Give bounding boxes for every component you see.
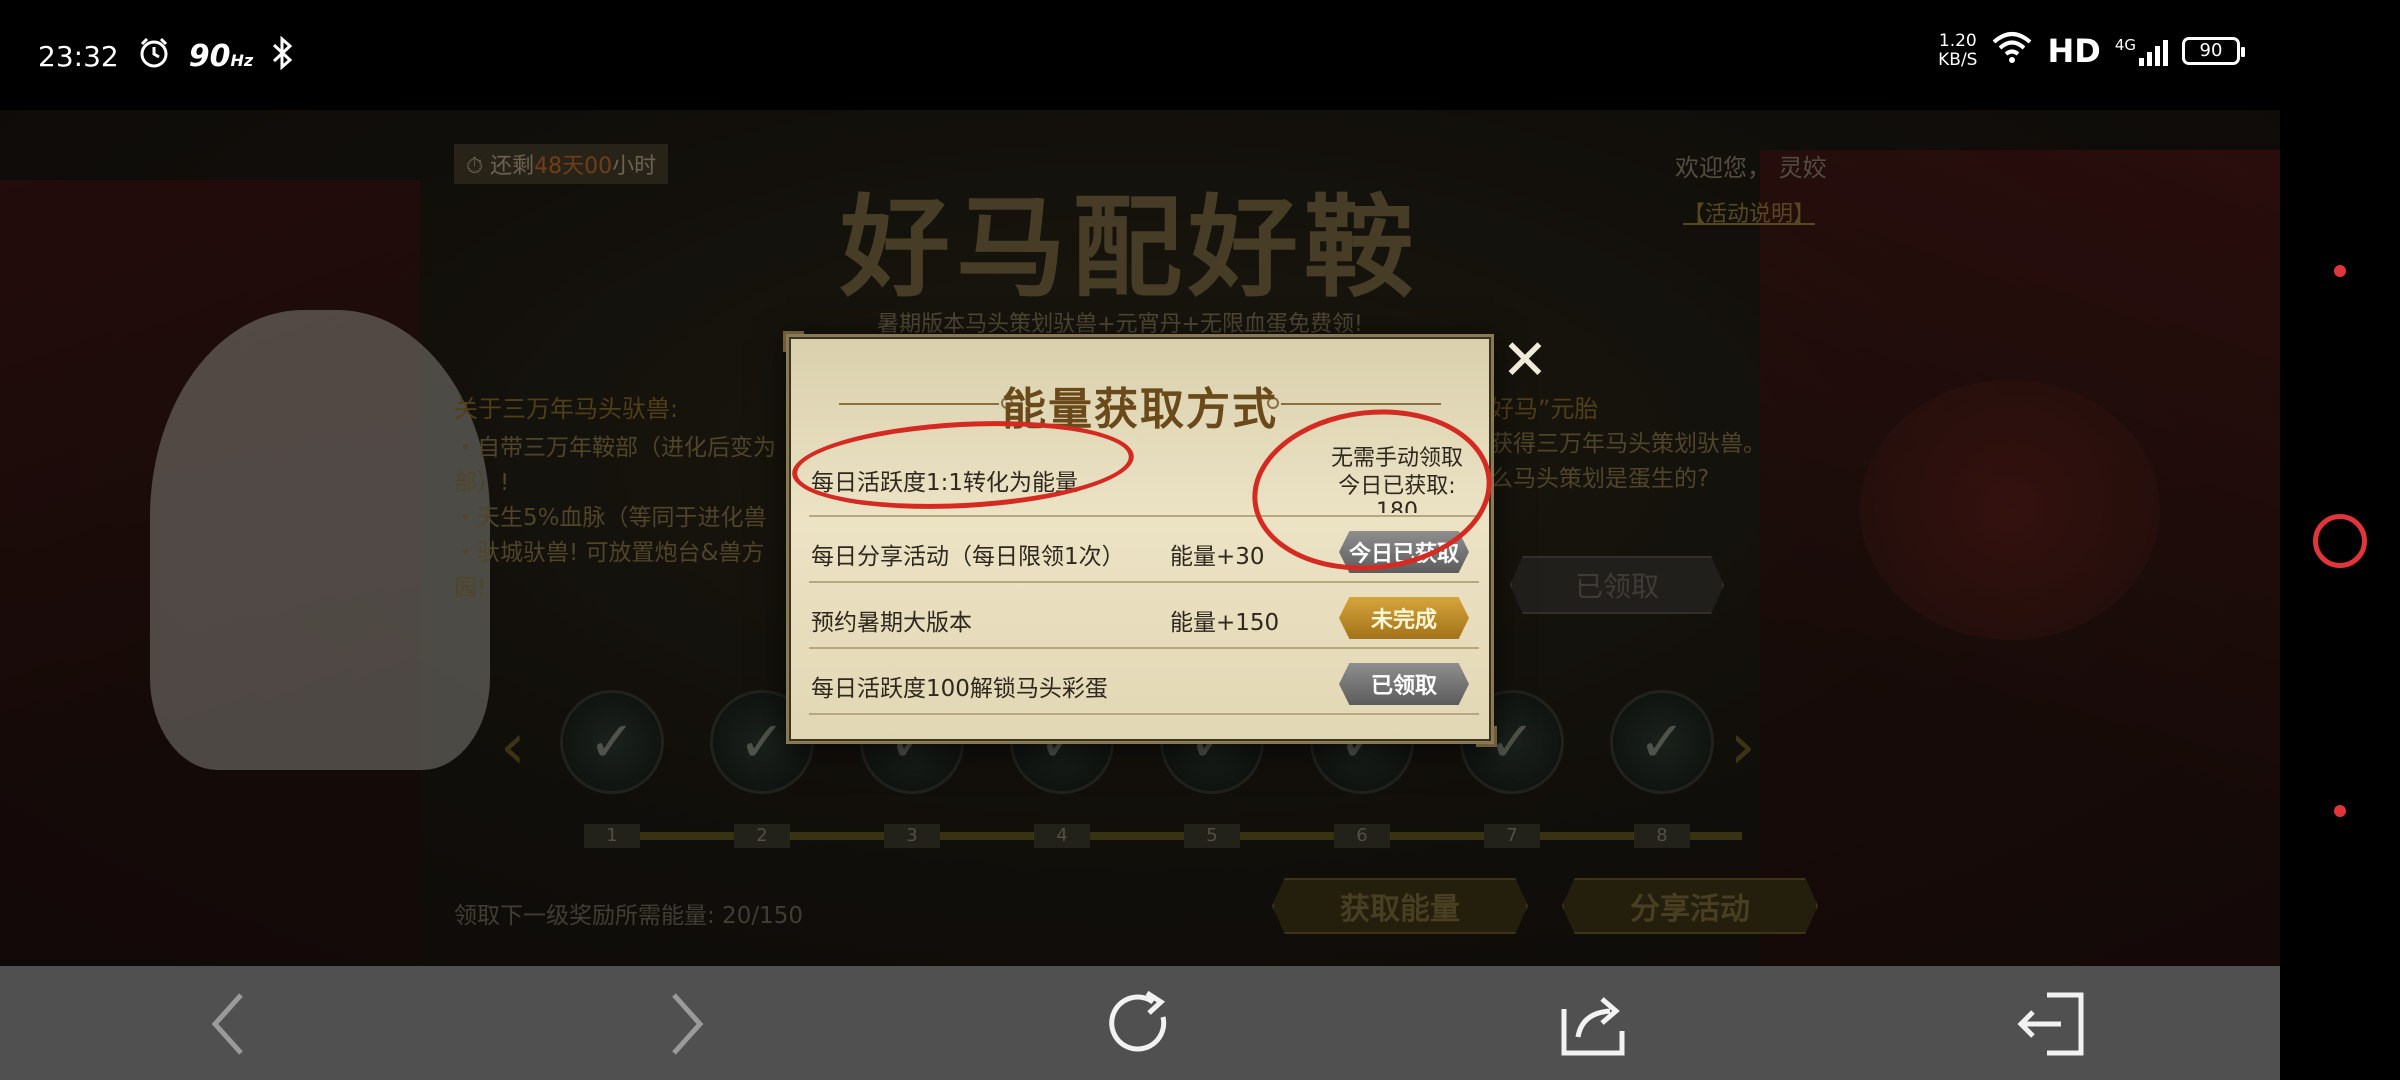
lore-line: 部）! xyxy=(454,470,510,496)
record-button-icon[interactable] xyxy=(2313,514,2367,568)
today-obtained-button[interactable]: 今日已获取 xyxy=(1339,531,1469,573)
lore-panel-right: 好马”元胎 获得三万年马头策划驮兽。 么马头策划是蛋生的? xyxy=(1490,392,1830,497)
refresh-rate: 90Hz xyxy=(188,39,254,74)
row-name: 预约暑期大版本 xyxy=(811,610,972,636)
lore-line: 园! xyxy=(454,575,487,601)
step-label: 6 xyxy=(1334,824,1390,848)
step-label: 7 xyxy=(1484,824,1540,848)
row-name: 每日活跃度1:1转化为能量 xyxy=(811,470,1079,496)
row-name: 每日活跃度100解锁马头彩蛋 xyxy=(811,676,1108,702)
net-speed: 1.20 KB/S xyxy=(1938,30,1978,70)
get-energy-button[interactable]: 获取能量 xyxy=(1272,878,1528,934)
claimed-row-button[interactable]: 已领取 xyxy=(1339,663,1469,705)
step-label: 1 xyxy=(584,824,640,848)
refresh-icon[interactable] xyxy=(1100,984,1180,1064)
screen-edge xyxy=(2280,110,2400,1080)
energy-row: 每日活跃度100解锁马头彩蛋 已领取 xyxy=(809,649,1479,715)
energy-modal: 能量获取方式 每日活跃度1:1转化为能量 无需手动领取 今日已获取: 180 每… xyxy=(783,331,1497,747)
record-dot-icon xyxy=(2334,805,2346,817)
note-line: 今日已获取: xyxy=(1338,474,1456,499)
bluetooth-icon xyxy=(271,35,295,77)
step-label: 3 xyxy=(884,824,940,848)
lore-line: ・自带三万年鞍部（进化后变为 xyxy=(454,435,776,461)
signal-icon: 4G xyxy=(2115,36,2168,66)
step-label: 5 xyxy=(1184,824,1240,848)
event-title: 好马配好鞍 xyxy=(840,183,1420,312)
battery-icon: 90 xyxy=(2182,36,2245,65)
step-label: 4 xyxy=(1034,824,1090,848)
lore-right-title: 好马”元胎 xyxy=(1490,395,1599,423)
today-energy-value: 180 xyxy=(1331,501,1463,513)
check-icon[interactable]: ✓ xyxy=(1610,690,1714,794)
row-name: 每日分享活动（每日限领1次） xyxy=(811,544,1125,570)
auto-collect-note: 无需手动领取 今日已获取: 180 xyxy=(1331,445,1463,513)
clock-time: 23:32 xyxy=(38,40,119,73)
energy-row: 预约暑期大版本 能量+150 未完成 xyxy=(809,583,1479,649)
browser-toolbar xyxy=(0,966,2280,1080)
record-dot-icon xyxy=(2334,265,2346,277)
share-activity-button[interactable]: 分享活动 xyxy=(1562,878,1818,934)
close-icon[interactable]: ✕ xyxy=(1498,333,1552,389)
rules-link[interactable]: 【活动说明】 xyxy=(1683,196,1815,228)
back-icon[interactable] xyxy=(190,984,270,1064)
step-label: 8 xyxy=(1634,824,1690,848)
status-bar: 23:32 90Hz 1.20 KB/S HD 4G 90 xyxy=(0,0,2400,110)
lore-title: 关于三万年马头驮兽: xyxy=(454,395,679,423)
forward-icon[interactable] xyxy=(645,984,725,1064)
check-icon[interactable]: ✓ xyxy=(560,690,664,794)
horse-mascot-image xyxy=(150,310,490,770)
hd-indicator: HD xyxy=(2047,31,2101,70)
step-label: 2 xyxy=(734,824,790,848)
alarm-icon xyxy=(137,36,171,77)
energy-row: 每日活跃度1:1转化为能量 无需手动领取 今日已获取: 180 xyxy=(809,437,1479,517)
countdown-badge: ⏱ 还剩48天00小时 xyxy=(454,144,669,184)
energy-row: 每日分享活动（每日限领1次） 能量+30 今日已获取 xyxy=(809,517,1479,583)
exit-icon[interactable] xyxy=(2010,984,2090,1064)
reward-egg-image xyxy=(1860,380,2160,640)
prev-arrow-icon[interactable]: ‹ xyxy=(500,710,526,784)
lore-panel: 关于三万年马头驮兽: ・自带三万年鞍部（进化后变为 部）! ・天生5%血脉（等同… xyxy=(454,392,834,606)
lore-line: 么马头策划是蛋生的? xyxy=(1490,466,1710,492)
lore-line: 获得三万年马头策划驮兽。 xyxy=(1490,431,1766,457)
claimed-button[interactable]: 已领取 xyxy=(1510,556,1724,614)
wifi-icon xyxy=(1991,30,2033,71)
lore-line: ・驮城驮兽! 可放置炮台&兽方 xyxy=(454,540,765,566)
incomplete-button[interactable]: 未完成 xyxy=(1339,597,1469,639)
lore-line: ・天生5%血脉（等同于进化兽 xyxy=(454,505,767,531)
share-icon[interactable] xyxy=(1553,984,1633,1064)
energy-requirement: 领取下一级奖励所需能量: 20/150 xyxy=(454,903,803,929)
row-reward: 能量+150 xyxy=(1170,610,1280,636)
modal-title: 能量获取方式 xyxy=(1002,384,1278,435)
note-line: 无需手动领取 xyxy=(1331,446,1464,471)
row-reward: 能量+30 xyxy=(1170,544,1265,570)
welcome-text: 欢迎您， 灵姣 xyxy=(1675,154,1827,182)
